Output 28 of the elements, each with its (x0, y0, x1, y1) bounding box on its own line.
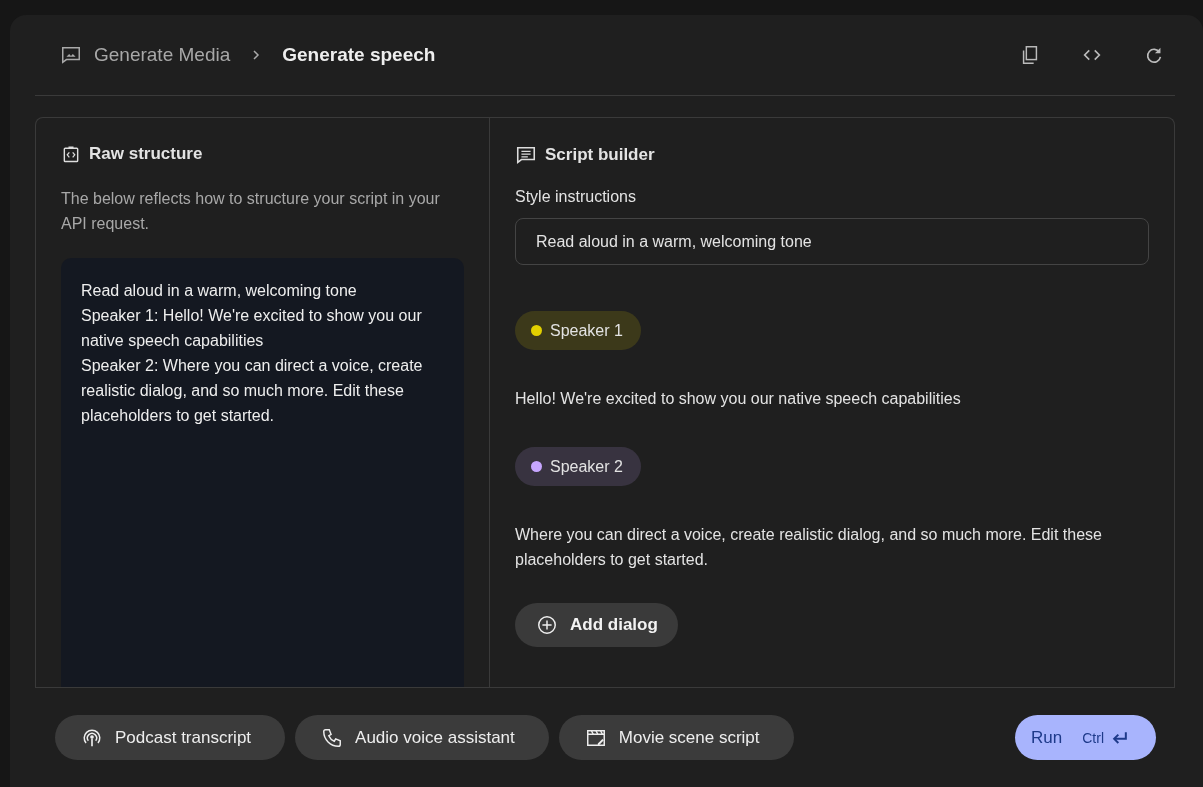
speaker-label: Speaker 2 (550, 457, 623, 476)
speaker-chip[interactable]: Speaker 2 (515, 447, 641, 486)
preset-button[interactable]: Podcast transcript (55, 715, 286, 760)
panel-title: Script builder (545, 145, 655, 165)
breadcrumb-link[interactable]: Generate Media (94, 44, 231, 66)
phone-icon (321, 726, 344, 749)
script-line: Speaker 1: Hello! We're excited to show you our native speech capabilities (81, 306, 423, 351)
plus-circle-icon (536, 614, 558, 636)
style-instructions-field[interactable]: Read aloud in a warm, welcoming tone (515, 218, 1149, 265)
run-button[interactable]: Run Ctrl (1015, 715, 1156, 760)
add-dialog-button[interactable]: Add dialog (515, 603, 678, 647)
panel-title: Raw structure (89, 144, 203, 164)
script-line: Read aloud in a warm, welcoming tone (81, 281, 358, 301)
dialog-text[interactable]: Where you can direct a voice, create realistic dialog, and so much more. Edit these placeholders to get started. (515, 522, 1149, 572)
preset-button[interactable]: Audio voice assistant (295, 715, 549, 760)
code-clipboard-icon (61, 144, 81, 164)
shortcut-label: Ctrl (1082, 729, 1104, 746)
image-icon (60, 44, 82, 66)
run-label: Run (1031, 727, 1063, 748)
preset-button[interactable]: Movie scene script (558, 715, 794, 760)
speaker-label: Speaker 1 (550, 321, 623, 340)
speaker-chip[interactable]: Speaker 1 (515, 311, 641, 350)
dialog-text[interactable]: Hello! We're excited to show you our native speech capabilities (515, 386, 961, 411)
field-label: Style instructions (515, 188, 636, 206)
description-text: The below reflects how to structure your script in your API request. (61, 189, 441, 234)
script-line: Speaker 2: Where you can direct a voice, create realistic dialog, and so much more. Edit these placeholders to get started. (81, 356, 424, 426)
page-title: Generate speech (282, 44, 436, 66)
list-icon (515, 144, 537, 166)
